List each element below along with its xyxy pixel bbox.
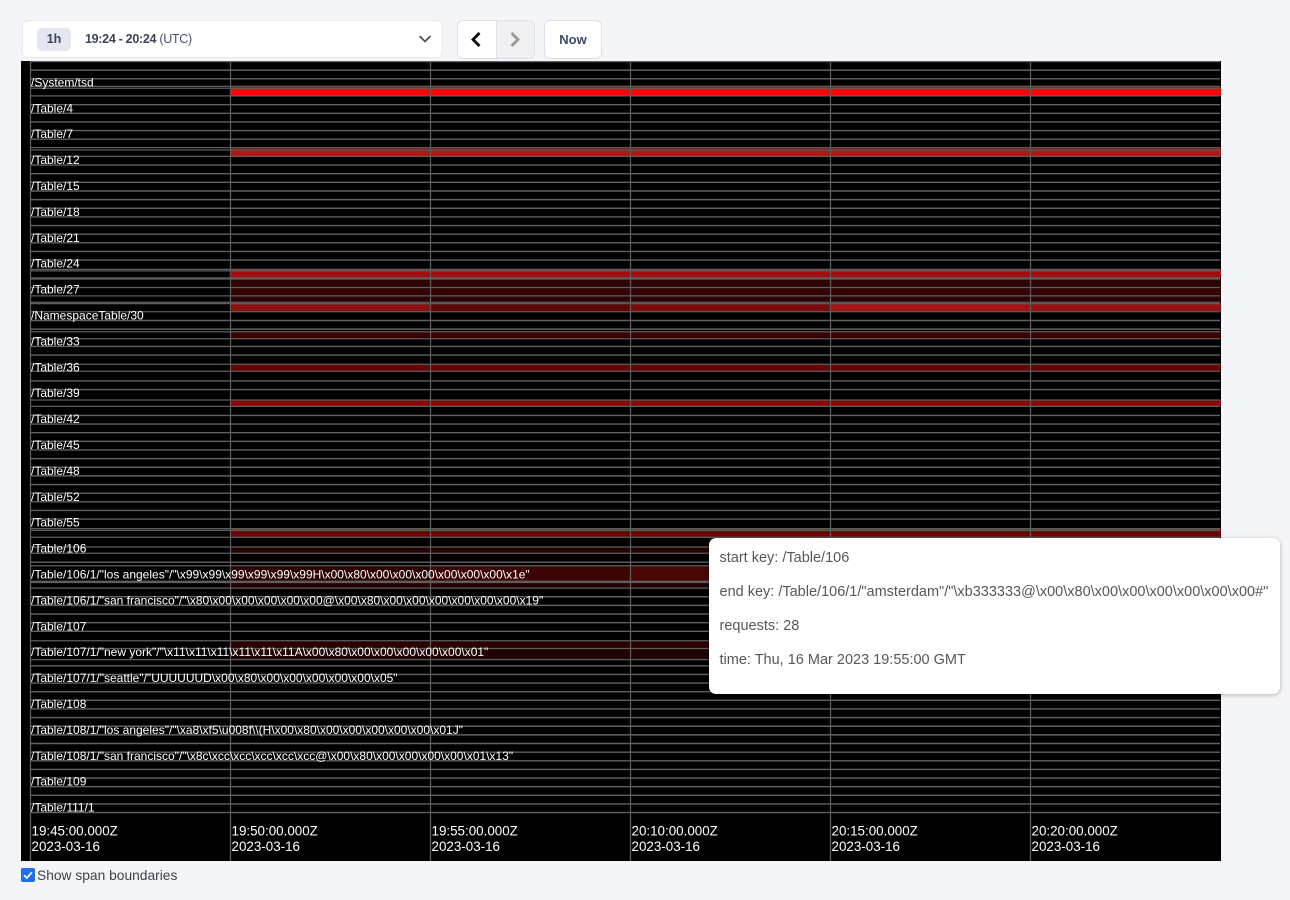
svg-text:/Table/108/1/"los angeles"/"\x: /Table/108/1/"los angeles"/"\xa8\xf5\u00…	[31, 723, 463, 737]
svg-text:/Table/18: /Table/18	[31, 205, 80, 219]
svg-text:/Table/106/1/"san francisco"/": /Table/106/1/"san francisco"/"\x80\x00\x…	[31, 593, 543, 607]
svg-text:/Table/48: /Table/48	[31, 464, 80, 478]
svg-text:/Table/45: /Table/45	[31, 438, 80, 452]
svg-text:/Table/106/1/"los angeles"/"\x: /Table/106/1/"los angeles"/"\x99\x99\x99…	[31, 568, 530, 582]
svg-text:2023-03-16: 2023-03-16	[232, 839, 301, 854]
svg-text:/NamespaceTable/30: /NamespaceTable/30	[31, 309, 144, 323]
svg-text:/System/tsd: /System/tsd	[31, 75, 94, 89]
svg-text:20:20:00.000Z: 20:20:00.000Z	[1032, 824, 1118, 839]
svg-text:/Table/108: /Table/108	[31, 697, 87, 711]
svg-text:2023-03-16: 2023-03-16	[32, 839, 101, 854]
svg-text:/Table/4: /Table/4	[31, 101, 73, 115]
svg-text:/Table/36: /Table/36	[31, 360, 80, 374]
svg-text:/Table/39: /Table/39	[31, 386, 80, 400]
svg-text:/Table/15: /Table/15	[31, 179, 80, 193]
svg-text:/Table/109: /Table/109	[31, 775, 87, 789]
svg-text:/Table/21: /Table/21	[31, 231, 80, 245]
svg-text:/Table/27: /Table/27	[31, 283, 80, 297]
svg-text:19:50:00.000Z: 19:50:00.000Z	[232, 824, 318, 839]
svg-text:/Table/107: /Table/107	[31, 619, 87, 633]
svg-text:/Table/107/1/"new york"/"\x11\: /Table/107/1/"new york"/"\x11\x11\x11\x1…	[31, 645, 488, 659]
svg-text:/Table/108/1/"san francisco"/": /Table/108/1/"san francisco"/"\x8c\xcc\x…	[31, 749, 513, 763]
svg-text:/Table/107/1/"seattle"/"UUUUUU: /Table/107/1/"seattle"/"UUUUUUD\x00\x80\…	[31, 671, 398, 685]
svg-text:/Table/55: /Table/55	[31, 516, 80, 530]
svg-text:/Table/7: /Table/7	[31, 127, 73, 141]
svg-text:/Table/42: /Table/42	[31, 412, 80, 426]
svg-text:2023-03-16: 2023-03-16	[832, 839, 901, 854]
svg-text:/Table/52: /Table/52	[31, 490, 80, 504]
svg-text:/Table/111/1: /Table/111/1	[31, 801, 95, 815]
svg-text:20:15:00.000Z: 20:15:00.000Z	[832, 824, 918, 839]
svg-text:19:55:00.000Z: 19:55:00.000Z	[432, 824, 518, 839]
svg-text:19:45:00.000Z: 19:45:00.000Z	[32, 824, 118, 839]
svg-text:/Table/12: /Table/12	[31, 153, 80, 167]
svg-text:/Table/106: /Table/106	[31, 542, 87, 556]
svg-text:2023-03-16: 2023-03-16	[432, 839, 501, 854]
svg-text:/Table/24: /Table/24	[31, 257, 80, 271]
svg-text:2023-03-16: 2023-03-16	[632, 839, 701, 854]
svg-text:2023-03-16: 2023-03-16	[1032, 839, 1101, 854]
svg-text:/Table/33: /Table/33	[31, 334, 80, 348]
svg-text:20:10:00.000Z: 20:10:00.000Z	[632, 824, 718, 839]
